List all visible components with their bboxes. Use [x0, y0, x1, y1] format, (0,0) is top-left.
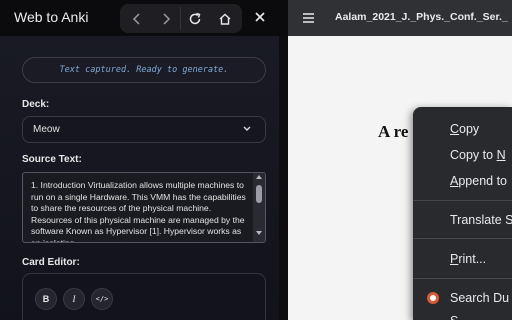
panel-header: Web to Anki	[0, 0, 288, 36]
chevron-down-icon	[243, 126, 251, 131]
duckduckgo-icon	[427, 292, 439, 304]
menu-separator	[413, 200, 512, 201]
source-text-label: Source Text:	[22, 154, 82, 165]
card-editor[interactable]: B I </>	[22, 273, 266, 320]
app-title: Web to Anki	[14, 9, 89, 25]
chevron-right-icon	[163, 12, 171, 25]
side-panel: Web to Anki Text captured. Ready to gene…	[0, 0, 288, 320]
code-button[interactable]: </>	[91, 288, 113, 310]
card-editor-label: Card Editor:	[22, 257, 80, 268]
scroll-down-icon[interactable]	[255, 230, 263, 236]
italic-button[interactable]: I	[63, 288, 85, 310]
menu-icon[interactable]	[302, 12, 315, 24]
page-heading: A re	[378, 122, 409, 141]
deck-select[interactable]: Meow	[22, 116, 266, 143]
home-icon	[219, 13, 231, 25]
menu-item-print[interactable]: Print...	[450, 252, 486, 266]
menu-separator	[413, 238, 512, 239]
menu-separator	[413, 278, 512, 279]
deck-select-value: Meow	[33, 124, 60, 135]
menu-item-translate[interactable]: Translate S	[450, 213, 512, 227]
pdf-toolbar: Aalam_2021_J._Phys._Conf._Ser._	[288, 0, 512, 36]
forward-button[interactable]	[151, 4, 181, 33]
scroll-up-icon[interactable]	[255, 174, 263, 180]
source-text-area[interactable]: 1. Introduction Virtualization allows mu…	[22, 172, 266, 243]
nav-controls	[120, 4, 242, 33]
menu-item-append-to[interactable]: Append to	[450, 174, 507, 188]
menu-item-copy-to[interactable]: Copy to N	[450, 148, 506, 162]
reload-icon	[189, 12, 201, 24]
close-panel-button[interactable]	[250, 7, 270, 27]
document-title: Aalam_2021_J._Phys._Conf._Ser._	[335, 11, 508, 23]
panel-scrollbar[interactable]	[279, 36, 288, 320]
deck-label: Deck:	[22, 99, 50, 110]
chevron-left-icon	[132, 12, 140, 25]
menu-item-copy[interactable]: Copy	[450, 122, 479, 136]
reload-button[interactable]	[180, 4, 210, 33]
home-button[interactable]	[210, 4, 240, 33]
status-message: Text captured. Ready to generate.	[22, 57, 266, 83]
menu-item-partial[interactable]: S	[450, 314, 458, 320]
bold-button[interactable]: B	[35, 288, 57, 310]
source-text-content: 1. Introduction Virtualization allows mu…	[31, 180, 246, 243]
source-scroll-thumb[interactable]	[256, 185, 262, 203]
close-icon	[255, 12, 265, 22]
menu-item-search[interactable]: Search Du	[450, 291, 509, 305]
context-menu: Copy Copy to N Append to Translate S Pri…	[413, 107, 512, 320]
back-button[interactable]	[122, 4, 152, 33]
source-text-scrollbar[interactable]	[253, 173, 265, 242]
